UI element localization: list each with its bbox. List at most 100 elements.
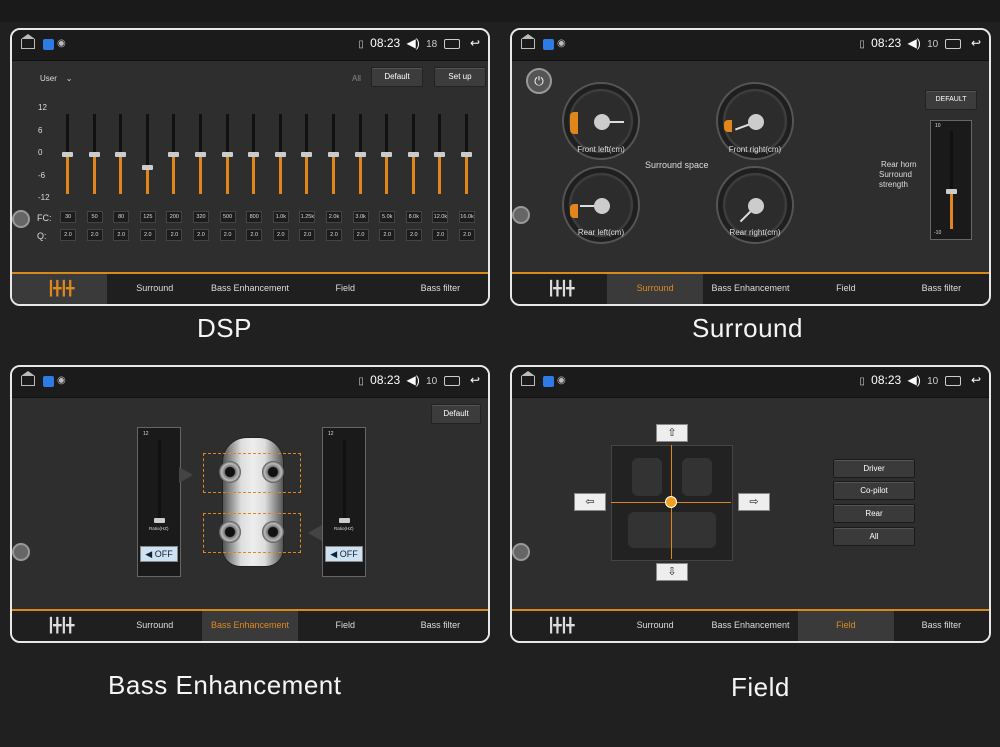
field-down-button[interactable]: ⇩ xyxy=(656,563,688,581)
eq-fc-value[interactable]: 5.0k xyxy=(379,211,396,223)
tab-bass-filter[interactable]: Bass filter xyxy=(894,274,989,304)
eq-q-value[interactable]: 2.0 xyxy=(219,229,236,241)
eq-slider[interactable] xyxy=(381,114,393,194)
eq-slider-knob[interactable] xyxy=(62,152,73,157)
eq-q-value[interactable]: 2.0 xyxy=(326,229,342,241)
side-handle[interactable] xyxy=(512,543,530,561)
eq-slider[interactable] xyxy=(141,114,153,194)
eq-slider-knob[interactable] xyxy=(328,152,339,157)
tab-surround[interactable]: Surround xyxy=(607,611,702,641)
eq-fc-value[interactable]: 30 xyxy=(60,211,76,223)
tab-surround[interactable]: Surround xyxy=(107,274,202,304)
bass-right-slider[interactable]: 12 Ratio(HZ) ◀ OFF xyxy=(322,427,366,577)
field-rear-button[interactable]: Rear xyxy=(833,504,915,523)
field-driver-button[interactable]: Driver xyxy=(833,459,915,478)
eq-fc-value[interactable]: 1.0k xyxy=(272,211,289,223)
eq-slider[interactable] xyxy=(434,114,446,194)
tab-surround[interactable]: Surround xyxy=(607,274,703,304)
home-icon[interactable] xyxy=(21,34,35,49)
app-icon[interactable] xyxy=(43,39,54,50)
eq-q-value[interactable]: 2.0 xyxy=(193,229,209,241)
field-focus-point[interactable] xyxy=(665,496,677,508)
eq-slider-knob[interactable] xyxy=(168,152,180,157)
tab-field[interactable]: Field xyxy=(798,611,894,641)
tab-bass-enhancement[interactable]: Bass Enhancement xyxy=(202,611,298,641)
bass-left-toggle[interactable]: ◀ OFF xyxy=(140,546,178,562)
window-icon[interactable] xyxy=(443,375,460,386)
eq-q-value[interactable]: 2.0 xyxy=(60,229,76,241)
eq-q-value[interactable]: 2.0 xyxy=(459,229,475,241)
back-icon[interactable]: ↩ xyxy=(470,36,480,50)
back-icon[interactable]: ↩ xyxy=(470,373,480,387)
eq-slider-knob[interactable] xyxy=(195,152,206,157)
app-icon[interactable] xyxy=(543,39,554,50)
bass-left-knob[interactable] xyxy=(154,518,165,523)
default-button[interactable]: Default xyxy=(371,67,423,87)
setup-button[interactable]: Set up xyxy=(434,67,486,87)
eq-slider[interactable] xyxy=(274,114,286,194)
eq-slider-knob[interactable] xyxy=(434,152,446,157)
eq-q-value[interactable]: 2.0 xyxy=(405,229,422,241)
tab-dsp[interactable]: ┃╋┃╋ xyxy=(12,611,107,641)
eq-slider-knob[interactable] xyxy=(141,165,153,171)
eq-slider-knob[interactable] xyxy=(407,152,419,157)
eq-slider[interactable] xyxy=(248,114,260,194)
eq-q-value[interactable]: 2.0 xyxy=(272,229,289,241)
home-icon[interactable] xyxy=(521,34,535,49)
bass-default-button[interactable]: Default xyxy=(431,404,481,424)
eq-fc-value[interactable]: 2.0k xyxy=(326,211,342,223)
all-label[interactable]: All xyxy=(352,74,361,83)
eq-slider[interactable] xyxy=(195,114,206,194)
eq-fc-value[interactable]: 320 xyxy=(193,211,209,223)
tab-bass-filter[interactable]: Bass filter xyxy=(393,611,488,641)
eq-fc-value[interactable]: 800 xyxy=(246,211,263,223)
eq-slider-knob[interactable] xyxy=(381,152,393,157)
eq-fc-value[interactable]: 1.25k xyxy=(299,211,316,223)
side-handle[interactable] xyxy=(12,543,30,561)
eq-fc-value[interactable]: 16.0k xyxy=(459,211,475,223)
eq-slider[interactable] xyxy=(115,114,127,194)
home-icon[interactable] xyxy=(21,371,35,386)
field-right-button[interactable]: ⇨ xyxy=(738,493,770,511)
tab-field[interactable]: Field xyxy=(298,611,393,641)
eq-fc-value[interactable]: 500 xyxy=(219,211,236,223)
eq-slider[interactable] xyxy=(328,114,339,194)
tab-bass-filter[interactable]: Bass filter xyxy=(894,611,989,641)
window-icon[interactable] xyxy=(944,375,961,386)
eq-fc-value[interactable]: 125 xyxy=(139,211,156,223)
side-handle[interactable] xyxy=(12,210,30,228)
eq-slider[interactable] xyxy=(88,114,100,194)
eq-slider[interactable] xyxy=(168,114,180,194)
eq-q-value[interactable]: 2.0 xyxy=(299,229,316,241)
tab-field[interactable]: Field xyxy=(298,274,393,304)
eq-slider-knob[interactable] xyxy=(354,152,366,157)
eq-slider-knob[interactable] xyxy=(115,152,127,157)
bass-right-knob[interactable] xyxy=(339,518,350,523)
eq-fc-value[interactable]: 12.0k xyxy=(432,211,449,223)
eq-q-value[interactable]: 2.0 xyxy=(246,229,263,241)
bass-left-slider[interactable]: 12 Ratio(HZ) ◀ OFF xyxy=(137,427,181,577)
tab-dsp[interactable]: ┃╋┃╋ xyxy=(512,274,607,304)
speaker-zone-front[interactable] xyxy=(203,453,301,493)
eq-q-value[interactable]: 2.0 xyxy=(166,229,183,241)
tab-dsp[interactable]: ┃╋┃╋ xyxy=(12,274,108,304)
power-button[interactable]: ⏻ xyxy=(526,68,552,94)
tab-bass-enhancement[interactable]: Bass Enhancement xyxy=(202,274,297,304)
field-all-button[interactable]: All xyxy=(833,527,915,546)
eq-slider-knob[interactable] xyxy=(248,152,260,157)
eq-slider-knob[interactable] xyxy=(461,152,472,157)
eq-fc-value[interactable]: 50 xyxy=(86,211,103,223)
tab-bass-filter[interactable]: Bass filter xyxy=(393,274,488,304)
field-left-button[interactable]: ⇦ xyxy=(574,493,606,511)
tab-field[interactable]: Field xyxy=(798,274,893,304)
tab-surround[interactable]: Surround xyxy=(107,611,202,641)
eq-fc-value[interactable]: 80 xyxy=(113,211,130,223)
surround-strength-slider[interactable]: 10 -10 xyxy=(930,120,972,240)
eq-slider-knob[interactable] xyxy=(221,152,233,157)
surround-default-button[interactable]: DEFAULT xyxy=(925,90,977,110)
back-icon[interactable]: ↩ xyxy=(971,36,981,50)
tab-bass-enhancement[interactable]: Bass Enhancement xyxy=(703,274,798,304)
tab-dsp[interactable]: ┃╋┃╋ xyxy=(512,611,607,641)
back-icon[interactable]: ↩ xyxy=(971,373,981,387)
side-handle[interactable] xyxy=(512,206,530,224)
